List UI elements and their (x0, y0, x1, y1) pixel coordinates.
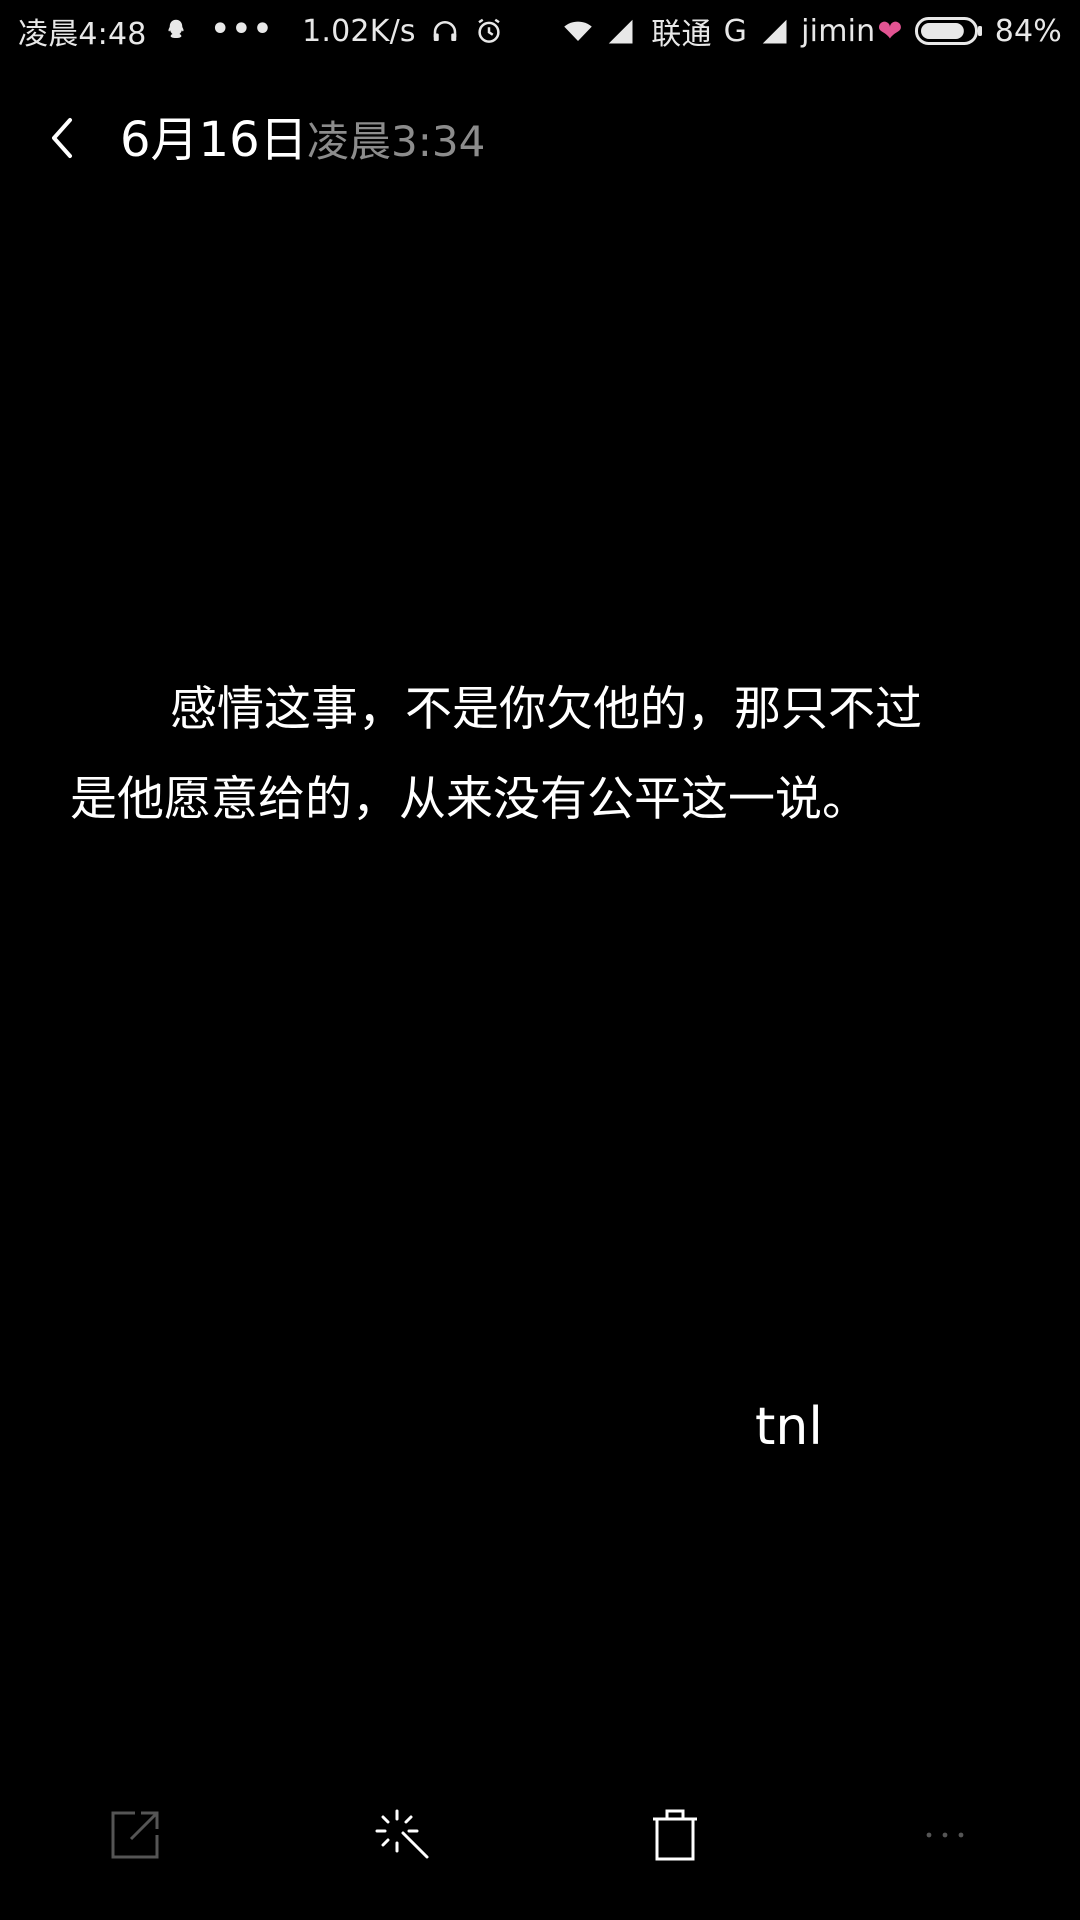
note-line-1: 感情这事，不是你欠他的，那只不过 (170, 682, 922, 737)
status-bar: 凌晨4:48 ••• 1.02K/s 联通 G jimin❤ 84% (0, 0, 1080, 62)
magic-wand-icon (375, 1809, 429, 1859)
more-notifications: ••• (210, 11, 275, 47)
note-signature: tnl (755, 1397, 823, 1457)
back-button[interactable] (32, 108, 92, 168)
note-time: 凌晨3:34 (307, 117, 486, 166)
heart-icon: ❤ (877, 13, 903, 49)
magic-button[interactable] (370, 1800, 440, 1870)
network-speed: 1.02K/s (302, 13, 416, 49)
carrier-name: 联通 (651, 17, 712, 52)
note-date: 6月16日 (120, 112, 308, 168)
note-content[interactable]: 感情这事，不是你欠他的，那只不过 是他愿意给的，从来没有公平这一说。 (70, 665, 1020, 845)
status-bar-right: 联通 G jimin❤ 84% (563, 9, 1062, 53)
status-time: 凌晨4:48 (18, 17, 147, 52)
signal-icon-2 (759, 16, 789, 46)
note-line-2: 是他愿意给的，从来没有公平这一说。 (70, 772, 869, 827)
wifi-icon (563, 16, 593, 46)
note-header: 6月16日 凌晨3:34 (0, 100, 1080, 180)
qq-icon (161, 16, 191, 46)
trash-icon (653, 1809, 697, 1861)
headphone-icon (430, 16, 460, 46)
bottom-toolbar (0, 1800, 1080, 1890)
battery-percent: 84% (994, 13, 1062, 49)
network-type: G (723, 13, 748, 49)
status-bar-left: 凌晨4:48 ••• 1.02K/s (18, 9, 504, 53)
share-icon (111, 1811, 159, 1859)
more-icon (926, 1832, 964, 1838)
battery-icon (914, 16, 983, 46)
share-button[interactable] (100, 1800, 170, 1870)
user-name: jimin❤ (801, 13, 903, 49)
signal-icon (605, 16, 635, 46)
delete-button[interactable] (640, 1800, 710, 1870)
alarm-icon (474, 16, 504, 46)
chevron-left-icon (52, 118, 72, 158)
more-button[interactable] (910, 1800, 980, 1870)
